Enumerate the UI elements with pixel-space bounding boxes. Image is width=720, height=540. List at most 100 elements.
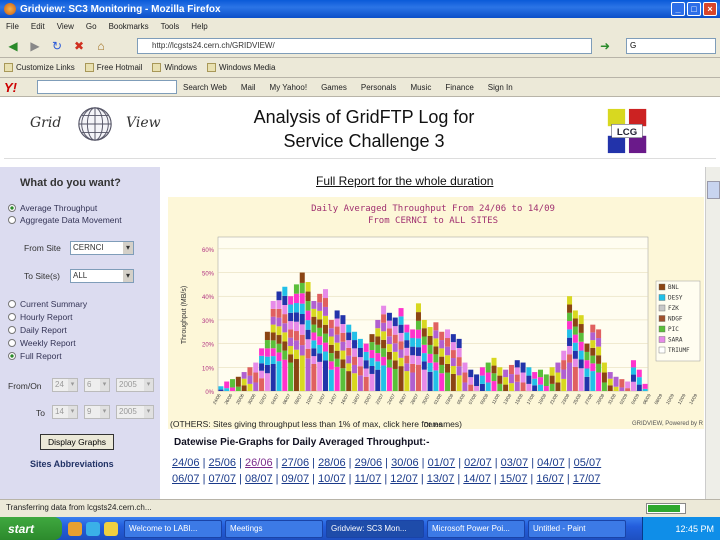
reload-icon[interactable]: ↻ — [48, 37, 66, 55]
date-link[interactable]: 16/07 — [536, 473, 564, 485]
start-button[interactable]: start — [0, 517, 62, 540]
yahoo-item[interactable]: Search Web — [183, 83, 227, 92]
x-tick-label: 08/09 — [653, 393, 663, 406]
search-input[interactable]: G — [626, 38, 716, 54]
from-year-select[interactable]: 2005 — [116, 378, 154, 392]
yahoo-item[interactable]: Games — [321, 83, 347, 92]
menu-item-bookmarks[interactable]: Bookmarks — [109, 22, 149, 31]
date-link[interactable]: 04/07 — [537, 457, 565, 469]
taskbar-button[interactable]: Meetings — [225, 519, 323, 538]
home-icon[interactable]: ⌂ — [92, 37, 110, 55]
maximize-button[interactable]: □ — [687, 2, 701, 16]
yahoo-item[interactable]: Music — [410, 83, 431, 92]
option-aggregate-data[interactable]: Aggregate Data Movement — [8, 215, 122, 225]
date-link[interactable]: 24/06 — [172, 457, 200, 469]
to-month-select[interactable]: 9 — [84, 405, 110, 419]
bookmark-item[interactable]: Windows Media — [206, 63, 275, 72]
yahoo-logo[interactable]: Y! — [4, 80, 17, 95]
menu-item-view[interactable]: View — [57, 22, 74, 31]
radio-average[interactable] — [8, 204, 16, 212]
option-label: Daily Report — [20, 325, 67, 335]
option-current-summary[interactable]: Current Summary — [8, 299, 87, 309]
date-link[interactable]: 09/07 — [282, 473, 310, 485]
menu-item-go[interactable]: Go — [86, 22, 97, 31]
radio-current[interactable] — [8, 300, 16, 308]
date-link[interactable]: 10/07 — [318, 473, 346, 485]
taskbar-button[interactable]: Microsoft Power Poi... — [427, 519, 525, 538]
radio-full[interactable] — [8, 352, 16, 360]
option-hourly-report[interactable]: Hourly Report — [8, 312, 72, 322]
date-link[interactable]: 06/07 — [172, 473, 200, 485]
bookmark-item[interactable]: Windows — [152, 63, 197, 72]
display-graphs-button[interactable]: Display Graphs — [40, 434, 114, 450]
to-day-select[interactable]: 14 — [52, 405, 78, 419]
from-site-select[interactable]: CERNCI — [70, 241, 134, 255]
y-tick-label: 10% — [202, 366, 215, 372]
address-bar[interactable]: http://lcgsts24.cern.ch/GRIDVIEW/ — [137, 38, 592, 54]
date-link[interactable]: 12/07 — [390, 473, 418, 485]
option-full-report[interactable]: Full Report — [8, 351, 62, 361]
bookmark-item[interactable]: Customize Links — [4, 63, 75, 72]
yahoo-item[interactable]: Personals — [361, 83, 397, 92]
back-icon[interactable]: ◀ — [4, 37, 22, 55]
scrollbar-thumb[interactable] — [707, 181, 720, 199]
bar-segment — [468, 377, 474, 385]
firefox-quicklaunch-icon[interactable] — [68, 521, 82, 536]
date-separator: | — [272, 473, 282, 485]
date-link[interactable]: 14/07 — [463, 473, 491, 485]
bar-segment — [322, 342, 328, 352]
radio-hourly[interactable] — [8, 313, 16, 321]
date-link[interactable]: 15/07 — [500, 473, 528, 485]
bookmark-item[interactable]: Free Hotmail — [84, 63, 142, 72]
taskbar-button[interactable]: Gridview: SC3 Mon... — [326, 519, 424, 538]
date-link[interactable]: 01/07 — [428, 457, 456, 469]
date-link[interactable]: 05/07 — [574, 457, 602, 469]
taskbar-button[interactable]: Untitled - Paint — [528, 519, 626, 538]
stop-icon[interactable]: ✖ — [70, 37, 88, 55]
messenger-quicklaunch-icon[interactable] — [104, 521, 118, 536]
sites-abbreviations-link[interactable]: Sites Abbreviations — [30, 459, 114, 469]
yahoo-item[interactable]: Sign In — [488, 83, 513, 92]
radio-daily[interactable] — [8, 326, 16, 334]
option-weekly-report[interactable]: Weekly Report — [8, 338, 76, 348]
date-link[interactable]: 30/06 — [391, 457, 419, 469]
yahoo-item[interactable]: Mail — [241, 83, 256, 92]
taskbar-button[interactable]: Welcome to LABI... — [124, 519, 222, 538]
menu-item-help[interactable]: Help — [191, 22, 207, 31]
date-link[interactable]: 03/07 — [501, 457, 529, 469]
date-link[interactable]: 27/06 — [282, 457, 310, 469]
ie-quicklaunch-icon[interactable] — [86, 521, 100, 536]
menu-item-tools[interactable]: Tools — [161, 22, 180, 31]
bar-segment — [526, 383, 532, 391]
bar-segment — [601, 382, 607, 391]
date-link[interactable]: 29/06 — [355, 457, 383, 469]
x-tick-label: 21/08 — [549, 393, 559, 406]
date-link[interactable]: 07/07 — [209, 473, 237, 485]
vertical-scrollbar[interactable] — [705, 167, 720, 499]
radio-aggregate[interactable] — [8, 216, 16, 224]
date-link[interactable]: 02/07 — [464, 457, 492, 469]
go-icon[interactable]: ➜ — [596, 37, 614, 55]
menu-item-edit[interactable]: Edit — [31, 22, 45, 31]
to-site-select[interactable]: ALL — [70, 269, 134, 283]
date-link[interactable]: 28/06 — [318, 457, 346, 469]
forward-icon[interactable]: ▶ — [26, 37, 44, 55]
to-year-select[interactable]: 2005 — [116, 405, 154, 419]
radio-weekly[interactable] — [8, 339, 16, 347]
date-link[interactable]: 11/07 — [355, 473, 382, 485]
option-daily-report[interactable]: Daily Report — [8, 325, 67, 335]
date-link[interactable]: 26/06 — [245, 457, 273, 469]
from-month-select[interactable]: 6 — [84, 378, 110, 392]
yahoo-item[interactable]: Finance — [445, 83, 473, 92]
menu-item-file[interactable]: File — [6, 22, 19, 31]
date-link[interactable]: 13/07 — [427, 473, 455, 485]
yahoo-search-input[interactable] — [37, 80, 177, 94]
date-link[interactable]: 25/06 — [209, 457, 237, 469]
date-link[interactable]: 08/07 — [245, 473, 273, 485]
option-average-throughput[interactable]: Average Throughput — [8, 203, 97, 213]
close-button[interactable]: × — [703, 2, 717, 16]
date-link[interactable]: 17/07 — [573, 473, 601, 485]
from-day-select[interactable]: 24 — [52, 378, 78, 392]
minimize-button[interactable]: _ — [671, 2, 685, 16]
yahoo-item[interactable]: My Yahoo! — [270, 83, 308, 92]
